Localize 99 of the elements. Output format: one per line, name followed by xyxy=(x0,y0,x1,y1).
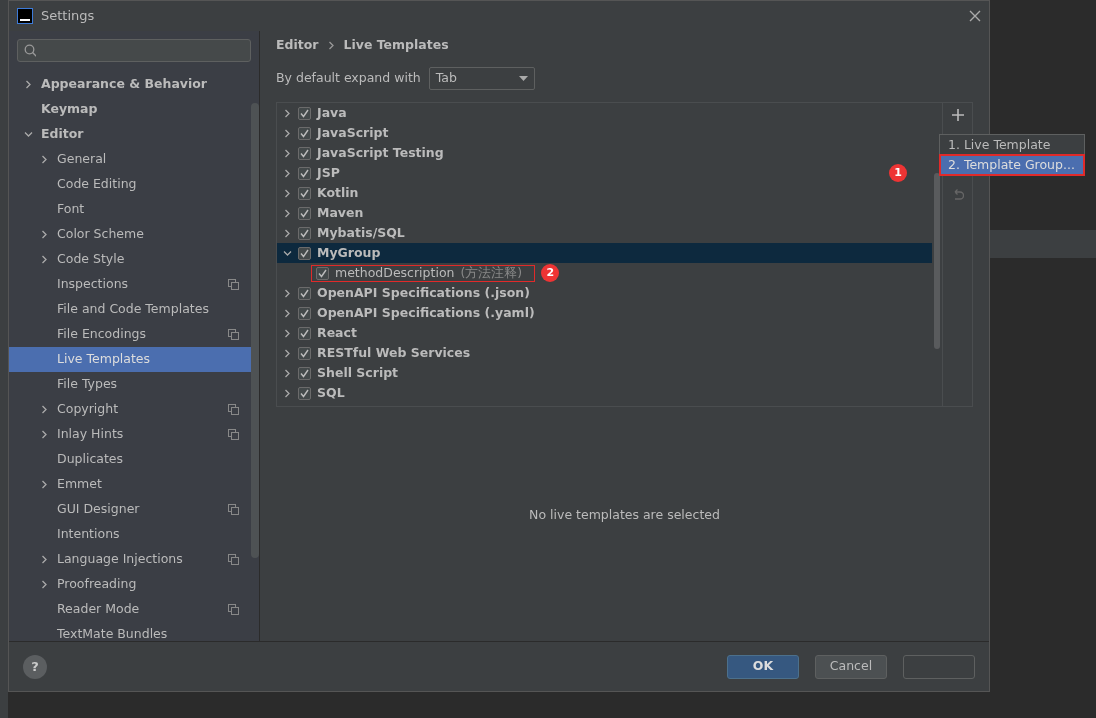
chevron-right-icon[interactable] xyxy=(283,348,292,358)
chevron-right-icon[interactable] xyxy=(283,328,292,338)
ok-button[interactable]: OK xyxy=(727,654,799,679)
template-description: (方法注释) xyxy=(460,263,523,282)
sidebar-item[interactable]: Proofreading xyxy=(9,572,251,597)
chevron-right-icon[interactable] xyxy=(39,430,49,439)
scrollbar[interactable] xyxy=(251,103,259,558)
close-icon[interactable] xyxy=(969,10,981,22)
tree-row[interactable]: Kotlin xyxy=(277,183,363,203)
menu-item[interactable]: 2. Template Group... xyxy=(940,155,1084,175)
tree-row[interactable]: JavaScript xyxy=(277,123,393,143)
window-title: Settings xyxy=(41,7,95,26)
checkbox[interactable] xyxy=(298,106,311,120)
checkbox[interactable] xyxy=(298,386,311,400)
tree-row[interactable]: RESTful Web Services xyxy=(277,343,475,363)
checkbox[interactable] xyxy=(298,306,311,320)
empty-message: No live templates are selected xyxy=(529,507,720,523)
chevron-right-icon[interactable] xyxy=(283,388,292,398)
checkbox[interactable] xyxy=(316,266,329,280)
tree-row[interactable]: Mybatis/SQL xyxy=(277,223,409,243)
chevron-right-icon[interactable] xyxy=(39,580,49,589)
menu-item[interactable]: 1. Live Template xyxy=(940,135,1084,155)
tree-row[interactable]: React xyxy=(277,323,361,343)
sidebar-item[interactable]: Font xyxy=(9,197,251,222)
tree-row[interactable]: OpenAPI Specifications (.yaml) xyxy=(277,303,539,323)
sidebar-item[interactable]: GUI Designer xyxy=(9,497,251,522)
checkbox[interactable] xyxy=(298,206,311,220)
chevron-right-icon[interactable] xyxy=(23,80,33,89)
sidebar-item[interactable]: Inlay Hints xyxy=(9,422,251,447)
checkbox[interactable] xyxy=(298,146,311,160)
scrollbar[interactable] xyxy=(934,173,940,349)
sidebar-item[interactable]: Color Scheme xyxy=(9,222,251,247)
checkbox[interactable] xyxy=(298,286,311,300)
tree-row[interactable]: MyGroup xyxy=(277,243,932,263)
chevron-down-icon[interactable] xyxy=(283,248,292,258)
sidebar-item[interactable]: Inspections xyxy=(9,272,251,297)
search-field[interactable] xyxy=(17,39,251,62)
chevron-right-icon[interactable] xyxy=(39,155,49,164)
search-icon xyxy=(24,44,37,57)
sidebar-item[interactable]: Code Style xyxy=(9,247,251,272)
chevron-right-icon[interactable] xyxy=(283,228,292,238)
chevron-right-icon[interactable] xyxy=(283,208,292,218)
chevron-right-icon[interactable] xyxy=(283,288,292,298)
chevron-right-icon[interactable] xyxy=(283,308,292,318)
cancel-button[interactable]: Cancel xyxy=(815,654,887,679)
sidebar-item[interactable]: Emmet xyxy=(9,472,251,497)
app-icon xyxy=(17,8,33,24)
checkbox[interactable] xyxy=(298,166,311,180)
sidebar-item[interactable]: File Types xyxy=(9,372,251,397)
chevron-right-icon[interactable] xyxy=(39,405,49,414)
sidebar-item[interactable]: Keymap xyxy=(9,97,251,122)
tree-row[interactable]: JavaScript Testing xyxy=(277,143,448,163)
breadcrumb-chevron-icon xyxy=(326,40,336,50)
sidebar-item[interactable]: Editor xyxy=(9,122,251,147)
checkbox[interactable] xyxy=(298,326,311,340)
tree-row[interactable]: Shell Script xyxy=(277,363,403,383)
chevron-right-icon[interactable] xyxy=(39,480,49,489)
sidebar-item[interactable]: Intentions xyxy=(9,522,251,547)
checkbox[interactable] xyxy=(298,346,311,360)
tree-row[interactable]: OpenAPI Specifications (.json) xyxy=(277,283,534,303)
sidebar-item[interactable]: TextMate Bundles xyxy=(9,622,251,641)
checkbox[interactable] xyxy=(298,126,311,140)
chevron-right-icon[interactable] xyxy=(283,128,292,138)
annotation-number: 2 xyxy=(541,264,560,282)
chevron-right-icon[interactable] xyxy=(283,188,292,198)
chevron-down-icon[interactable] xyxy=(23,130,33,139)
expand-key-dropdown[interactable]: Tab xyxy=(428,67,535,90)
chevron-right-icon[interactable] xyxy=(283,148,292,158)
tree-row[interactable]: SQL xyxy=(277,383,349,403)
chevron-right-icon[interactable] xyxy=(39,255,49,264)
sidebar-item[interactable]: Appearance & Behavior xyxy=(9,72,251,97)
breadcrumb-item[interactable]: Live Templates xyxy=(343,35,449,55)
tree-row[interactable]: Java xyxy=(277,103,351,123)
tree-row[interactable]: Maven xyxy=(277,203,368,223)
sidebar-item[interactable]: File and Code Templates xyxy=(9,297,251,322)
sidebar-item[interactable]: Language Injections xyxy=(9,547,251,572)
tree-row[interactable]: JSP xyxy=(277,163,344,183)
sidebar-item[interactable]: Reader Mode xyxy=(9,597,251,622)
expand-with-label: By default expand with xyxy=(276,69,421,88)
chevron-right-icon[interactable] xyxy=(283,368,292,378)
template-name[interactable]: methodDescription xyxy=(335,263,455,283)
sidebar-item[interactable]: Copyright xyxy=(9,397,251,422)
chevron-right-icon[interactable] xyxy=(39,555,49,564)
breadcrumb-item[interactable]: Editor xyxy=(276,35,319,55)
chevron-right-icon[interactable] xyxy=(283,108,292,118)
chevron-right-icon[interactable] xyxy=(39,230,49,239)
help-button[interactable]: ? xyxy=(23,654,47,679)
checkbox[interactable] xyxy=(298,186,311,200)
sidebar-item[interactable]: File Encodings xyxy=(9,322,251,347)
add-icon[interactable] xyxy=(951,109,964,121)
dropdown-arrow-icon xyxy=(518,76,528,81)
checkbox[interactable] xyxy=(298,226,311,240)
sidebar-item[interactable]: Duplicates xyxy=(9,447,251,472)
chevron-right-icon[interactable] xyxy=(283,168,292,178)
sidebar-item[interactable]: Code Editing xyxy=(9,172,251,197)
checkbox[interactable] xyxy=(298,246,311,260)
checkbox[interactable] xyxy=(298,366,311,380)
sidebar-item[interactable]: Live Templates xyxy=(9,347,251,372)
sidebar-item[interactable]: General xyxy=(9,147,251,172)
